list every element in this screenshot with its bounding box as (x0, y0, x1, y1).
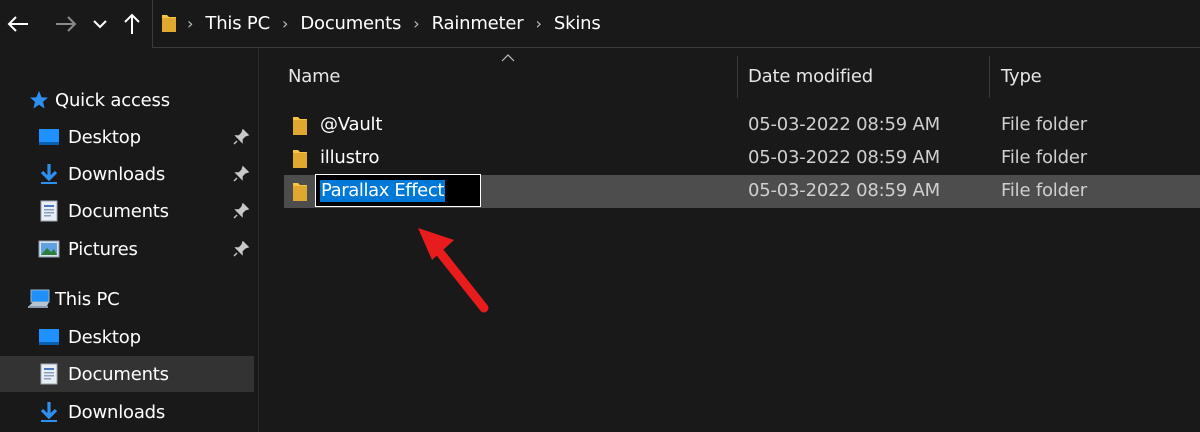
forward-button[interactable] (52, 8, 80, 40)
documents-icon (38, 363, 60, 385)
sidebar-item-pc-desktop[interactable]: Desktop (0, 319, 254, 355)
folder-icon (293, 183, 307, 201)
rename-input[interactable]: Parallax Effect (315, 174, 481, 207)
file-name: @Vault (320, 114, 383, 135)
sidebar-item-label: Pictures (68, 238, 138, 260)
chevron-down-icon (93, 20, 107, 29)
sidebar-item-this-pc[interactable]: This PC (0, 281, 254, 317)
file-type: File folder (1001, 180, 1087, 201)
sidebar-item-desktop[interactable]: Desktop (0, 119, 254, 155)
sidebar-item-label: Downloads (68, 401, 166, 423)
chevron-right-icon[interactable]: › (536, 14, 542, 33)
file-date-modified: 05-03-2022 08:59 AM (748, 114, 940, 135)
sidebar-item-label: Desktop (68, 326, 141, 348)
file-name: illustro (320, 147, 380, 168)
star-icon (28, 89, 50, 111)
table-row-selected[interactable]: Parallax Effect 05-03-2022 08:59 AM File… (284, 174, 1200, 208)
file-date-modified: 05-03-2022 08:59 AM (748, 147, 940, 168)
downloads-icon (38, 401, 60, 423)
arrow-right-icon (56, 16, 77, 32)
column-header-type[interactable]: Type (1001, 66, 1042, 87)
sidebar-item-quick-access[interactable]: Quick access (0, 82, 254, 118)
sidebar-item-label: Documents (68, 200, 169, 222)
pin-icon[interactable] (232, 128, 250, 146)
pin-icon[interactable] (232, 202, 250, 220)
sidebar-item-pc-documents[interactable]: Documents (0, 356, 254, 392)
breadcrumb-item[interactable]: Rainmeter (432, 13, 524, 34)
column-divider[interactable] (737, 56, 738, 98)
sidebar-item-documents[interactable]: Documents (0, 193, 254, 229)
sort-ascending-icon (501, 54, 515, 62)
pictures-icon (38, 238, 60, 260)
breadcrumb: › This PC › Documents › Rainmeter › Skin… (187, 0, 613, 47)
folder-icon (293, 150, 307, 168)
sidebar-item-pictures[interactable]: Pictures (0, 231, 254, 267)
downloads-icon (38, 163, 60, 185)
sidebar-item-label: Documents (68, 363, 169, 385)
file-type: File folder (1001, 114, 1087, 135)
file-list: Name Date modified Type @Vault 05-03-202… (260, 48, 1200, 432)
sidebar-item-downloads[interactable]: Downloads (0, 156, 254, 192)
desktop-icon (38, 326, 60, 348)
chevron-right-icon: › (187, 14, 194, 33)
navigation-bar: › This PC › Documents › Rainmeter › Skin… (0, 0, 1200, 48)
rename-input-text: Parallax Effect (320, 180, 445, 202)
breadcrumb-item[interactable]: Documents (300, 13, 401, 34)
pin-icon[interactable] (232, 165, 250, 183)
sidebar-item-label: Desktop (68, 126, 141, 148)
navigation-pane: Quick access Desktop Downloads Documents… (0, 48, 256, 432)
pane-divider[interactable] (258, 48, 259, 432)
sidebar-item-pc-downloads[interactable]: Downloads (0, 394, 254, 430)
folder-icon (162, 15, 176, 32)
column-divider[interactable] (989, 56, 990, 98)
computer-icon (28, 288, 50, 310)
sidebar-item-label: Quick access (55, 89, 170, 111)
desktop-icon (38, 126, 60, 148)
documents-icon (38, 200, 60, 222)
table-row[interactable]: illustro 05-03-2022 08:59 AM File folder (284, 142, 1200, 175)
annotation-arrow-icon (418, 228, 489, 313)
column-header-name[interactable]: Name (288, 66, 341, 87)
breadcrumb-item[interactable]: This PC (205, 13, 270, 34)
breadcrumb-item[interactable]: Skins (554, 13, 601, 34)
up-button[interactable] (120, 8, 144, 40)
arrow-left-icon (7, 16, 28, 32)
file-date-modified: 05-03-2022 08:59 AM (748, 180, 940, 201)
address-bar[interactable]: › This PC › Documents › Rainmeter › Skin… (152, 0, 1200, 48)
chevron-right-icon[interactable]: › (413, 14, 419, 33)
recent-locations-button[interactable] (89, 8, 111, 40)
chevron-right-icon[interactable]: › (282, 14, 288, 33)
file-type: File folder (1001, 147, 1087, 168)
sidebar-item-label: Downloads (68, 163, 166, 185)
pin-icon[interactable] (232, 240, 250, 258)
sidebar-item-label: This PC (55, 288, 120, 310)
arrow-up-icon (124, 13, 140, 34)
table-row[interactable]: @Vault 05-03-2022 08:59 AM File folder (284, 109, 1200, 142)
back-button[interactable] (4, 8, 32, 40)
column-header-date-modified[interactable]: Date modified (748, 66, 873, 87)
folder-icon (293, 117, 307, 135)
